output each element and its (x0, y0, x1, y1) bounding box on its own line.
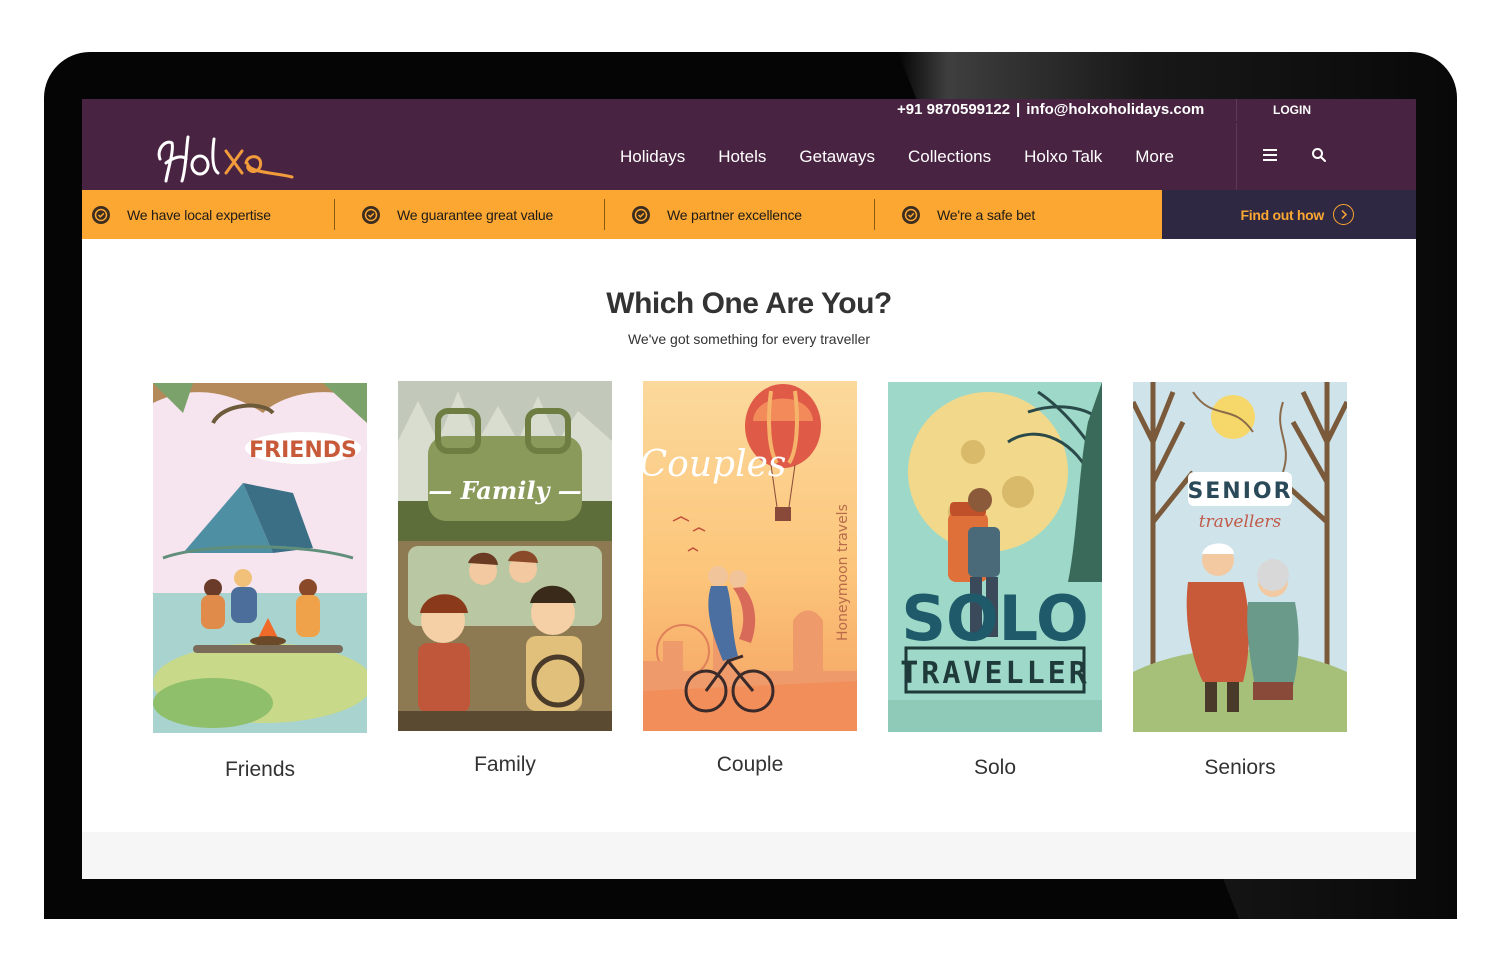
nav-hotels[interactable]: Hotels (718, 147, 766, 167)
contact-separator: | (1016, 101, 1021, 118)
card-label[interactable]: Solo (888, 756, 1102, 780)
section-subtitle: We've got something for every traveller (627, 331, 871, 347)
traveller-card-solo[interactable]: SOLO TRAVELLER Solo (888, 382, 1104, 779)
find-out-how-label: Find out how (1240, 206, 1325, 223)
badge-check-icon (902, 205, 920, 224)
seniors-poster-image: SENIOR travellers (1130, 382, 1350, 732)
nav-collections[interactable]: Collections (908, 147, 991, 167)
nav-more[interactable]: More (1135, 147, 1174, 167)
next-section-strip (82, 832, 1416, 879)
nav-tools (1236, 123, 1416, 190)
badge-check-icon (362, 205, 380, 224)
nav-getaways[interactable]: Getaways (799, 147, 875, 167)
usp-item: We guarantee great value (334, 190, 622, 239)
find-out-how-button[interactable]: Find out how (1162, 190, 1416, 239)
usp-text: We're a safe bet (937, 206, 1036, 223)
card-label[interactable]: Couple (643, 753, 857, 777)
site-header: +91 9870599122 | info@holxoholidays.com LO… (82, 99, 1416, 190)
search-icon[interactable] (1311, 147, 1327, 163)
card-label[interactable]: Family (398, 753, 612, 777)
usp-item: We're a safe bet (874, 190, 1162, 239)
nav-holxo-talk[interactable]: Holxo Talk (1024, 147, 1102, 167)
phone-number[interactable]: +91 9870599122 (897, 101, 1010, 118)
card-label[interactable]: Friends (153, 758, 367, 782)
traveller-card-seniors[interactable]: SENIOR travellers Seniors (1130, 382, 1350, 779)
email-link[interactable]: info@holxoholidays.com (1026, 101, 1204, 118)
badge-check-icon (632, 205, 650, 224)
poster-title: SOLO (901, 582, 1088, 655)
main-nav: Holidays Hotels Getaways Collections Hol… (620, 147, 1207, 167)
poster-subtitle: TRAVELLER (900, 656, 1090, 691)
friends-poster-image: FRIENDS (153, 383, 373, 733)
holxo-logo[interactable] (152, 129, 302, 189)
poster-title: SENIOR (1187, 479, 1292, 504)
poster-title: — Family — (428, 476, 582, 505)
couple-poster-image: Couples Honeymoon travels (640, 381, 857, 731)
badge-check-icon (92, 205, 110, 224)
poster-subtitle: travellers (1199, 512, 1282, 532)
browser-viewport: +91 9870599122 | info@holxoholidays.com LO… (82, 99, 1416, 879)
nav-holidays[interactable]: Holidays (620, 147, 685, 167)
traveller-card-friends[interactable]: FRIENDS Friends (153, 383, 373, 781)
hamburger-menu-icon[interactable] (1263, 149, 1277, 161)
contact-info: +91 9870599122 | info@holxoholidays.com (897, 101, 1204, 121)
usp-bar: We have local expertise We guarantee gre… (82, 190, 1162, 239)
login-link[interactable]: LOGIN (1236, 99, 1416, 121)
usp-text: We partner excellence (667, 206, 802, 223)
usp-item: We partner excellence (604, 190, 892, 239)
traveller-card-couple[interactable]: Couples Honeymoon travels Couple (640, 381, 857, 776)
poster-subtitle: Honeymoon travels (835, 504, 851, 641)
card-label[interactable]: Seniors (1133, 756, 1347, 780)
usp-item: We have local expertise (82, 190, 352, 239)
poster-title: Couples (643, 444, 786, 485)
traveller-card-family[interactable]: — Family — Family (398, 381, 612, 776)
solo-poster-image: SOLO TRAVELLER (888, 382, 1104, 732)
section-title: Which One Are You? (606, 287, 892, 320)
chevron-right-icon (1333, 204, 1354, 225)
usp-text: We guarantee great value (397, 206, 554, 223)
usp-text: We have local expertise (127, 206, 271, 223)
poster-title: FRIENDS (249, 438, 357, 463)
family-poster-image: — Family — (398, 381, 612, 731)
